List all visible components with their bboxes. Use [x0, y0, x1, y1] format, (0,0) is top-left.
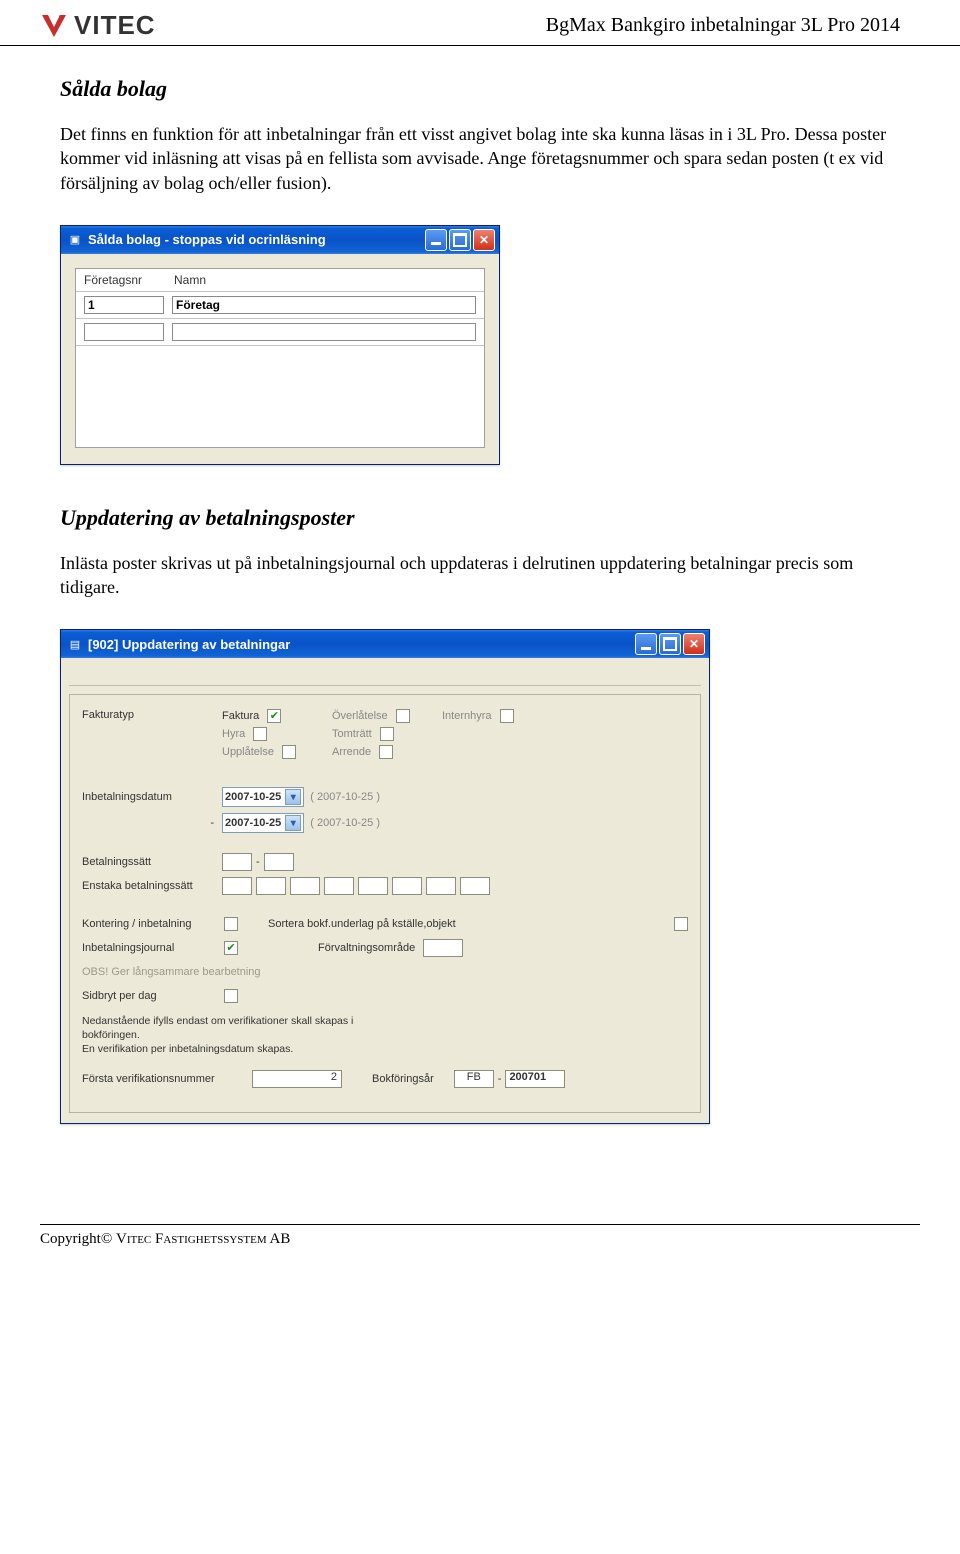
option-internhyra: Internhyra — [442, 709, 552, 723]
enstaka-input-2[interactable] — [256, 877, 286, 895]
label-enstaka: Enstaka betalningssätt — [82, 880, 222, 892]
bokforingsar-dash: - — [498, 1073, 502, 1085]
date-from-input[interactable]: 2007-10-25 ▾ — [222, 787, 304, 807]
enstaka-input-7[interactable] — [426, 877, 456, 895]
window-title: [902] Uppdatering av betalningar — [88, 637, 633, 652]
column-header-foretagsnr: Företagsnr — [84, 273, 174, 287]
label-obs: OBS! Ger långsammare bearbetning — [82, 966, 261, 978]
cell-foretagsnr[interactable] — [84, 323, 164, 341]
footer-company: Vitec Fastighetssystem AB — [116, 1231, 290, 1247]
checkbox-hyra[interactable] — [253, 727, 267, 741]
enstaka-input-3[interactable] — [290, 877, 320, 895]
column-header-namn: Namn — [174, 273, 476, 287]
label-bokforingsar: Bokföringsår — [372, 1073, 434, 1085]
option-overlatelse: Överlåtelse — [332, 709, 442, 723]
cell-namn[interactable]: Företag — [172, 296, 476, 314]
option-tomtratt: Tomträtt — [332, 727, 442, 741]
option-hyra: Hyra — [222, 727, 332, 741]
checkbox-sidbryt[interactable] — [224, 989, 238, 1003]
maximize-button[interactable] — [659, 633, 681, 655]
titlebar-salda-bolag[interactable]: ▣ Sålda bolag - stoppas vid ocrinläsning — [61, 226, 499, 254]
footer-copyright: Copyright© — [40, 1231, 116, 1247]
minimize-button[interactable] — [425, 229, 447, 251]
date-from-hint: ( 2007-10-25 ) — [310, 791, 380, 803]
option-arrende: Arrende — [332, 745, 442, 759]
checkbox-sortera[interactable] — [674, 917, 688, 931]
checkbox-journal[interactable] — [224, 941, 238, 955]
label-verifikationsnummer: Första verifikationsnummer — [82, 1073, 252, 1085]
label-fakturatyp: Fakturatyp — [82, 709, 222, 721]
maximize-button[interactable] — [449, 229, 471, 251]
date-range-dash: - — [82, 817, 222, 829]
paragraph-salda-bolag: Det finns en funktion för att inbetalnin… — [60, 122, 900, 195]
option-upplatelse: Upplåtelse — [222, 745, 332, 759]
label-sidbryt: Sidbryt per dag — [82, 990, 222, 1002]
enstaka-input-4[interactable] — [324, 877, 354, 895]
section-heading-uppdatering: Uppdatering av betalningsposter — [60, 505, 900, 531]
window-uppdatering: ▤ [902] Uppdatering av betalningar Faktu… — [60, 629, 710, 1124]
logo: VITEC — [40, 10, 156, 41]
label-kontering: Kontering / inbetalning — [82, 918, 222, 930]
verification-note: Nedanstående ifylls endast om verifikati… — [82, 1015, 402, 1056]
page-header: VITEC BgMax Bankgiro inbetalningar 3L Pr… — [0, 0, 960, 46]
table-row[interactable]: 1 Företag — [76, 292, 484, 319]
enstaka-input-8[interactable] — [460, 877, 490, 895]
label-betalningssatt: Betalningssätt — [82, 856, 222, 868]
forvaltningsomrade-input[interactable] — [423, 939, 463, 957]
enstaka-input-1[interactable] — [222, 877, 252, 895]
enstaka-input-6[interactable] — [392, 877, 422, 895]
verifikationsnummer-input[interactable]: 2 — [252, 1070, 342, 1088]
bokforingsar-value-input[interactable]: 200701 — [505, 1070, 565, 1088]
label-inbetalningsdatum: Inbetalningsdatum — [82, 791, 222, 803]
window-salda-bolag: ▣ Sålda bolag - stoppas vid ocrinläsning… — [60, 225, 500, 465]
checkbox-kontering[interactable] — [224, 917, 238, 931]
window-toolbar — [69, 664, 701, 686]
chevron-down-icon[interactable]: ▾ — [285, 815, 301, 831]
page-footer: Copyright© Vitec Fastighetssystem AB — [40, 1224, 920, 1268]
label-forvaltningsomrade: Förvaltningsområde — [318, 942, 415, 954]
betalningssatt-to-input[interactable] — [264, 853, 294, 871]
titlebar-uppdatering[interactable]: ▤ [902] Uppdatering av betalningar — [61, 630, 709, 658]
label-journal: Inbetalningsjournal — [82, 942, 222, 954]
minimize-button[interactable] — [635, 633, 657, 655]
checkbox-arrende[interactable] — [379, 745, 393, 759]
date-to-hint: ( 2007-10-25 ) — [310, 817, 380, 829]
checkbox-upplatelse[interactable] — [282, 745, 296, 759]
cell-namn[interactable] — [172, 323, 476, 341]
cell-foretagsnr[interactable]: 1 — [84, 296, 164, 314]
bokforingsar-prefix-input[interactable]: FB — [454, 1070, 494, 1088]
checkbox-faktura[interactable] — [267, 709, 281, 723]
salda-bolag-grid: Företagsnr Namn 1 Företag — [75, 268, 485, 448]
window-icon: ▣ — [67, 232, 83, 248]
window-title: Sålda bolag - stoppas vid ocrinläsning — [88, 232, 423, 247]
checkbox-internhyra[interactable] — [500, 709, 514, 723]
date-to-input[interactable]: 2007-10-25 ▾ — [222, 813, 304, 833]
enstaka-input-5[interactable] — [358, 877, 388, 895]
checkbox-tomtratt[interactable] — [380, 727, 394, 741]
logo-text: VITEC — [74, 10, 156, 41]
chevron-down-icon[interactable]: ▾ — [285, 789, 301, 805]
checkbox-overlatelse[interactable] — [396, 709, 410, 723]
logo-mark-icon — [40, 13, 68, 39]
label-sortera: Sortera bokf.underlag på kställe,objekt — [268, 918, 672, 930]
window-icon: ▤ — [67, 636, 83, 652]
document-title: BgMax Bankgiro inbetalningar 3L Pro 2014 — [546, 14, 900, 37]
close-button[interactable] — [473, 229, 495, 251]
table-row[interactable] — [76, 319, 484, 346]
betalningssatt-from-input[interactable] — [222, 853, 252, 871]
betalningssatt-dash: - — [256, 856, 260, 868]
close-button[interactable] — [683, 633, 705, 655]
paragraph-uppdatering: Inlästa poster skrivas ut på inbetalning… — [60, 551, 900, 600]
option-faktura: Faktura — [222, 709, 332, 723]
section-heading-salda-bolag: Sålda bolag — [60, 76, 900, 102]
